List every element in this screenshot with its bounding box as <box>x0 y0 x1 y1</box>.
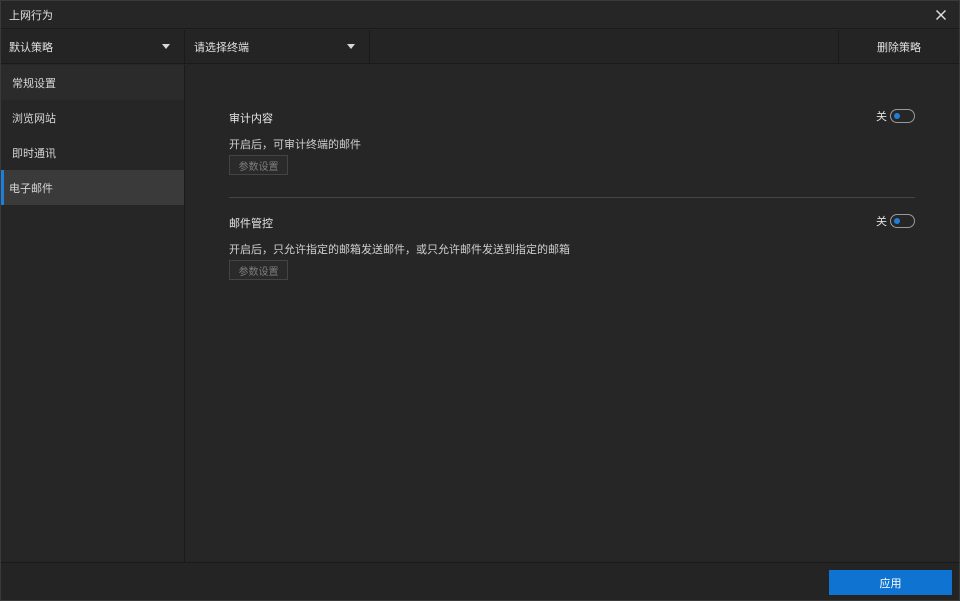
policy-dropdown[interactable]: 默认策略 <box>1 30 185 64</box>
sidebar-item-label: 即时通讯 <box>12 146 56 160</box>
sidebar-item-general[interactable]: 常规设置 <box>1 65 184 100</box>
mail-control-toggle[interactable] <box>890 214 915 228</box>
mail-control-section: 邮件管控 关 开启后，只允许指定的邮箱发送邮件，或只允许邮件发送到指定的邮箱 参… <box>229 213 915 295</box>
section-description: 开启后，可审计终端的邮件 <box>229 138 361 151</box>
title-bar: 上网行为 <box>1 1 959 29</box>
sidebar-item-browsing[interactable]: 浏览网站 <box>1 100 184 135</box>
dialog-window: 上网行为 默认策略 请选择终端 删除策略 常规设置 浏览网站 即时通讯 电子邮件… <box>0 0 960 601</box>
section-divider <box>229 197 915 198</box>
apply-button[interactable]: 应用 <box>829 570 952 595</box>
delete-policy-button[interactable]: 删除策略 <box>838 30 959 64</box>
terminal-dropdown[interactable]: 请选择终端 <box>186 30 370 64</box>
close-icon <box>936 10 946 20</box>
section-title: 审计内容 <box>229 112 273 125</box>
mail-control-toggle-group: 关 <box>876 213 915 229</box>
toggle-knob <box>894 218 900 224</box>
audit-toggle-group: 关 <box>876 108 915 124</box>
toggle-state-label: 关 <box>876 215 887 228</box>
sidebar-item-label: 浏览网站 <box>12 111 56 125</box>
sidebar-item-label: 电子邮件 <box>9 181 53 195</box>
sidebar-item-label: 常规设置 <box>12 76 56 90</box>
toggle-knob <box>894 113 900 119</box>
sidebar-item-im[interactable]: 即时通讯 <box>1 135 184 170</box>
sidebar: 常规设置 浏览网站 即时通讯 电子邮件 <box>1 65 185 562</box>
chevron-down-icon <box>162 44 170 49</box>
toolbar: 默认策略 请选择终端 删除策略 <box>1 30 959 64</box>
policy-dropdown-value: 默认策略 <box>9 41 53 54</box>
terminal-dropdown-value: 请选择终端 <box>194 41 249 54</box>
footer-bar: 应用 <box>1 562 959 600</box>
chevron-down-icon <box>347 44 355 49</box>
section-description: 开启后，只允许指定的邮箱发送邮件，或只允许邮件发送到指定的邮箱 <box>229 243 570 256</box>
close-button[interactable] <box>933 7 949 23</box>
audit-toggle[interactable] <box>890 109 915 123</box>
section-title: 邮件管控 <box>229 217 273 230</box>
sidebar-item-email[interactable]: 电子邮件 <box>1 170 184 205</box>
toggle-state-label: 关 <box>876 110 887 123</box>
audit-content-section: 审计内容 关 开启后，可审计终端的邮件 参数设置 <box>229 108 915 190</box>
mail-control-params-button[interactable]: 参数设置 <box>229 260 288 280</box>
window-title: 上网行为 <box>9 8 53 22</box>
settings-content: 审计内容 关 开启后，可审计终端的邮件 参数设置 邮件管控 关 开启后，只允许指… <box>186 65 959 562</box>
audit-params-button[interactable]: 参数设置 <box>229 155 288 175</box>
